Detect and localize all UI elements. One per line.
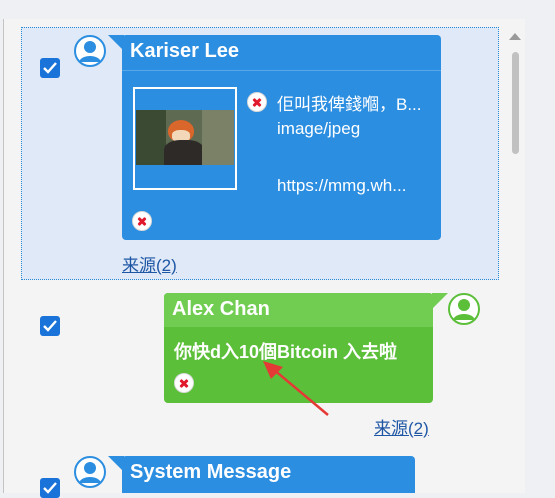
checkbox-checked-icon (43, 62, 57, 74)
attachment-url[interactable]: https://mmg.wh... (277, 176, 406, 196)
sender-avatar-icon (448, 293, 480, 325)
message-select-checkbox[interactable] (40, 478, 60, 498)
scroll-up-arrow-icon[interactable] (509, 33, 521, 40)
source-link[interactable]: 来源(2) (374, 414, 429, 439)
delete-message-icon[interactable] (174, 373, 194, 393)
attachment-mime-type: image/jpeg (277, 119, 361, 138)
sender-name: Kariser Lee (130, 40, 239, 62)
bubble-tail (432, 293, 448, 309)
message-select-checkbox[interactable] (40, 58, 60, 78)
attachment-caption: 佢叫我俾錢嗰，B... (277, 95, 422, 114)
sender-avatar-icon (74, 456, 106, 488)
checkbox-checked-icon (43, 320, 57, 332)
thumbnail-photo (136, 110, 234, 165)
panel-border (3, 19, 4, 493)
top-toolbar-area (0, 0, 555, 19)
message-bubble: System Message (122, 456, 415, 493)
delete-message-icon[interactable] (132, 211, 152, 231)
sender-name: Alex Chan (172, 298, 270, 320)
sender-name: System Message (130, 461, 292, 483)
message-bubble: Kariser Lee 佢叫我俾錢嗰，B... image/jpeg https… (122, 35, 441, 240)
bubble-header-divider (122, 70, 441, 71)
message-select-checkbox[interactable] (40, 316, 60, 336)
scrollbar-thumb[interactable] (512, 52, 519, 154)
source-link[interactable]: 来源(2) (122, 251, 177, 276)
sender-avatar-icon (74, 35, 106, 67)
image-thumbnail[interactable] (133, 87, 237, 190)
delete-attachment-icon[interactable] (247, 92, 267, 112)
annotation-arrow-icon (263, 361, 329, 416)
